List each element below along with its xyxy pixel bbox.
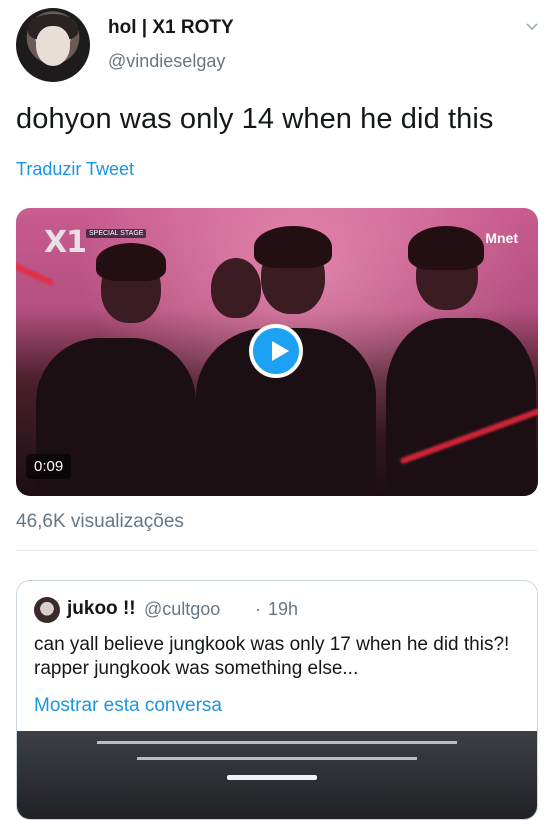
performer-hair-left (96, 243, 166, 281)
view-count: 46,6K visualizações (16, 511, 184, 532)
play-icon (272, 341, 289, 361)
quoted-display-name: jukoo !! (67, 598, 136, 619)
author-handle[interactable]: @vindieselgay (108, 51, 225, 72)
tweet-header: hol | X1 ROTY @vindieselgay (0, 0, 555, 90)
mnet-logo: Mnet (485, 230, 518, 246)
performer-hair-center (254, 226, 332, 268)
chevron-down-icon[interactable] (525, 20, 539, 34)
ceiling-beam (137, 757, 417, 760)
x1-logo: X1 (44, 225, 87, 260)
performer-head-back (211, 258, 261, 318)
ceiling-beam (97, 741, 457, 744)
video-duration: 0:09 (26, 454, 72, 479)
tweet-text: dohyon was only 14 when he did this (16, 103, 494, 135)
avatar[interactable] (16, 8, 90, 82)
play-button[interactable] (249, 324, 303, 378)
quoted-avatar (34, 597, 60, 623)
special-stage-label: SPECIAL STAGE (86, 229, 147, 238)
translate-tweet-link[interactable]: Traduzir Tweet (16, 159, 134, 180)
ceiling-lamp (227, 775, 317, 780)
avatar-face (36, 26, 70, 66)
quoted-tweet-card[interactable]: jukoo !! @cultgoo · 19h can yall believe… (16, 580, 538, 820)
author-display-name[interactable]: hol | X1 ROTY (108, 17, 234, 39)
video-player[interactable]: X1 SPECIAL STAGE Mnet 0:09 (16, 208, 538, 496)
quoted-media[interactable] (17, 731, 537, 819)
quoted-timestamp: 19h (268, 599, 299, 619)
performer-body-right (386, 318, 536, 496)
quoted-handle: @cultgoo (144, 599, 221, 619)
divider (16, 550, 538, 551)
performer-hair-right (408, 226, 484, 270)
quoted-tweet-text: can yall believe jungkook was only 17 wh… (34, 634, 510, 679)
show-thread-link[interactable]: Mostrar esta conversa (34, 695, 222, 717)
separator-dot: · (255, 599, 261, 619)
